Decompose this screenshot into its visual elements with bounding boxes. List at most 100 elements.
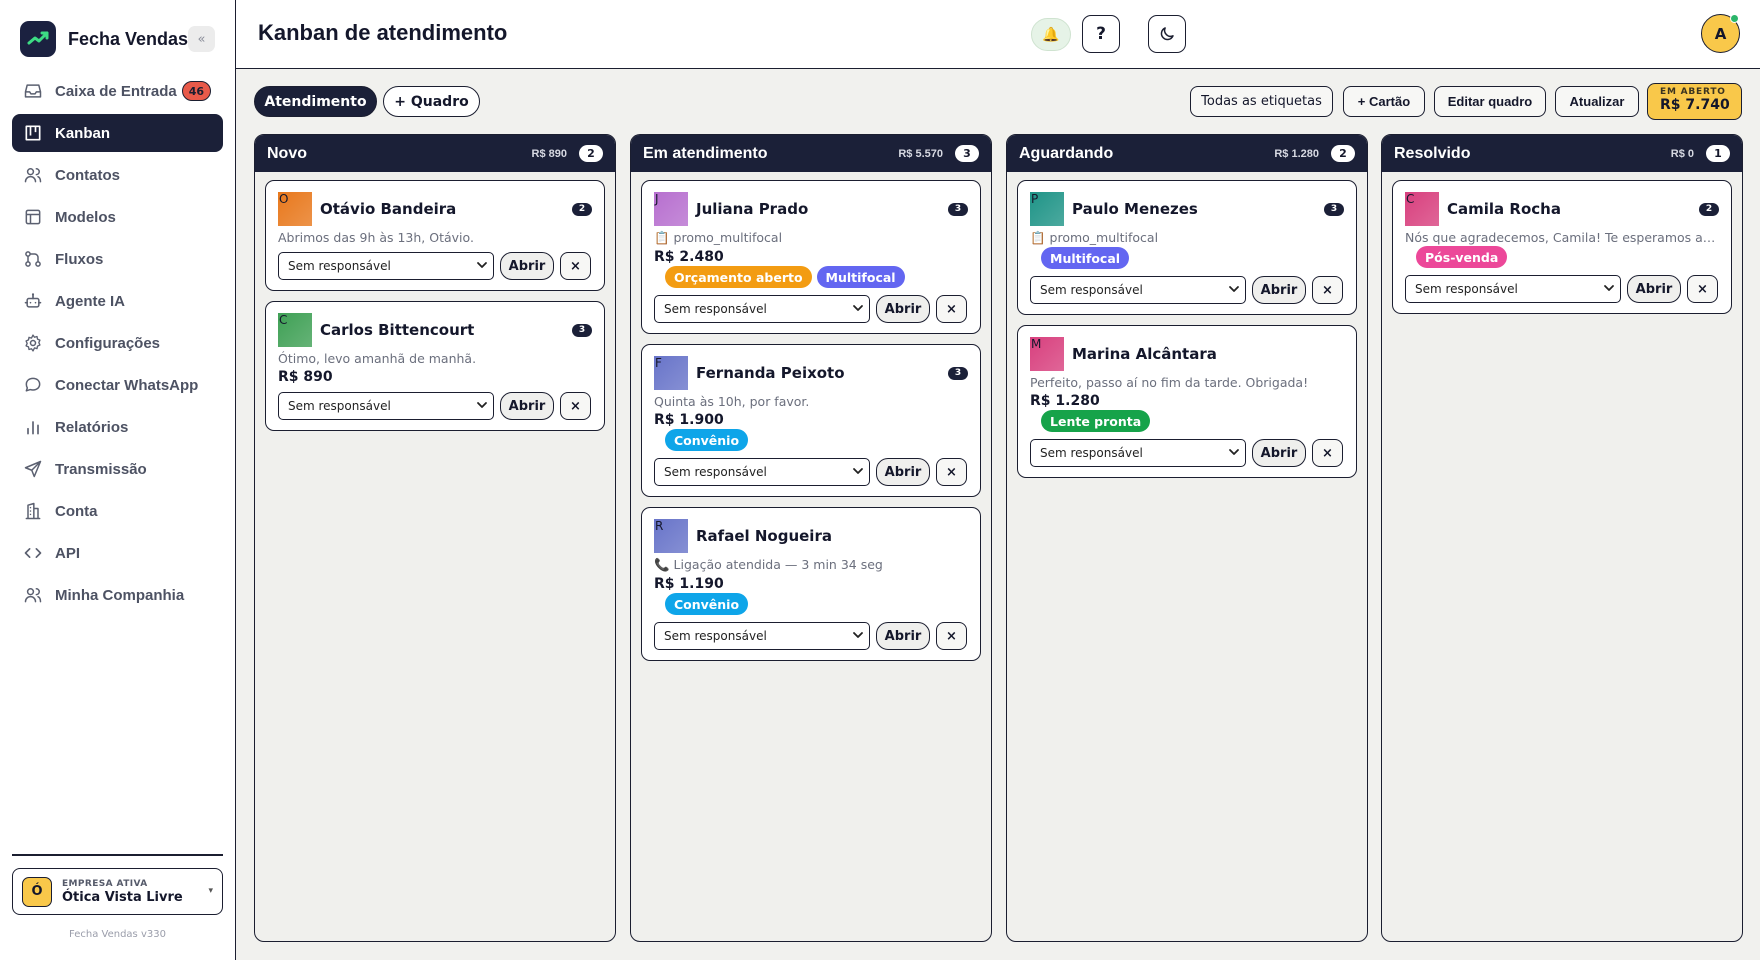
close-card-button[interactable]: × <box>560 392 591 420</box>
sidebar-item-configuracoes[interactable]: Configurações <box>12 324 223 362</box>
card-header: F Fernanda Peixoto 3 <box>654 356 968 390</box>
card-header: M Marina Alcântara <box>1030 337 1344 371</box>
templates-icon <box>23 207 43 227</box>
notifications-button[interactable]: 🔔 <box>1031 18 1071 51</box>
contact-card[interactable]: M Marina Alcântara Perfeito, passo aí no f… <box>1017 325 1357 478</box>
assignee-select[interactable]: Sem responsável <box>654 622 870 650</box>
sidebar-item-label: Kanban <box>55 124 111 142</box>
sidebar-item-agente-ia[interactable]: Agente IA <box>12 282 223 320</box>
assignee-select[interactable]: Sem responsável <box>654 458 870 486</box>
sidebar-item-fluxos[interactable]: Fluxos <box>12 240 223 278</box>
sidebar-item-label: Contatos <box>55 166 120 184</box>
collapse-sidebar-button[interactable]: « <box>188 26 215 52</box>
assignee-value: Sem responsável <box>664 302 767 316</box>
sidebar-item-kanban[interactable]: Kanban <box>12 114 223 152</box>
theme-toggle-button[interactable] <box>1148 15 1186 53</box>
open-total-badge: EM ABERTO R$ 7.740 <box>1647 83 1742 120</box>
close-card-button[interactable]: × <box>1687 275 1718 303</box>
company-switcher[interactable]: Ó EMPRESA ATIVA Ótica Vista Livre ▾ <box>12 868 223 915</box>
contact-card[interactable]: R Rafael Nogueira 📞 Ligação atendida — 3 m… <box>641 507 981 661</box>
open-card-button[interactable]: Abrir <box>500 392 554 420</box>
tag-chip: Multifocal <box>1041 247 1130 269</box>
card-header: R Rafael Nogueira <box>654 519 968 553</box>
contact-name: Fernanda Peixoto <box>696 364 845 382</box>
open-card-button[interactable]: Abrir <box>1252 439 1306 467</box>
kanban-icon <box>23 123 43 143</box>
open-card-button[interactable]: Abrir <box>1627 275 1681 303</box>
page-title: Kanban de atendimento <box>258 20 508 45</box>
close-card-button[interactable]: × <box>936 458 967 486</box>
contact-card[interactable]: F Fernanda Peixoto 3 Quinta às 10h, por fav… <box>641 344 981 497</box>
open-card-button[interactable]: Abrir <box>500 252 554 280</box>
sidebar-item-conectar-whatsapp[interactable]: Conectar WhatsApp <box>12 366 223 404</box>
contact-card[interactable]: P Paulo Menezes 3 📋 promo_multifocal Multifo… <box>1017 180 1357 315</box>
assignee-select[interactable]: Sem responsável <box>278 392 494 420</box>
close-card-button[interactable]: × <box>1312 276 1343 304</box>
sidebar-item-api[interactable]: API <box>12 534 223 572</box>
tag-list: Convênio <box>654 429 968 451</box>
kanban-column: Novo R$ 890 2 O Otávio Bandeira 2 Abrimos das … <box>254 134 616 942</box>
close-card-button[interactable]: × <box>560 252 591 280</box>
new-board-button[interactable]: + Quadro <box>383 86 480 117</box>
column-count-badge: 1 <box>1706 145 1730 162</box>
contact-name: Paulo Menezes <box>1072 200 1198 218</box>
column-title: Resolvido <box>1394 144 1471 162</box>
bar-chart-icon <box>23 417 43 437</box>
brand[interactable]: Fecha Vendas <box>20 21 216 57</box>
tag-list: Multifocal <box>1030 247 1344 269</box>
sidebar-item-conta[interactable]: Conta <box>12 492 223 530</box>
column-total: R$ 1.280 <box>1274 147 1319 160</box>
column-title: Aguardando <box>1019 144 1114 162</box>
contact-card[interactable]: C Carlos Bittencourt 3 Ótimo, levo amanhã d… <box>265 301 605 431</box>
tags-filter-button[interactable]: Todas as etiquetas <box>1190 86 1333 117</box>
deal-value: R$ 1.190 <box>654 576 724 592</box>
sidebar-item-relatorios[interactable]: Relatórios <box>12 408 223 446</box>
sidebar-item-modelos[interactable]: Modelos <box>12 198 223 236</box>
chevron-down-icon <box>1227 282 1241 296</box>
tag-list: Lente pronta <box>1030 410 1344 432</box>
sidebar-item-contatos[interactable]: Contatos <box>12 156 223 194</box>
card-header: C Camila Rocha 2 <box>1405 192 1719 226</box>
chevron-down-icon <box>1602 281 1616 295</box>
assignee-select[interactable]: Sem responsável <box>654 295 870 323</box>
tag-chip: Pós-venda <box>1416 246 1508 268</box>
unread-badge: 2 <box>1699 202 1719 216</box>
sidebar-item-label: Relatórios <box>55 418 129 436</box>
edit-board-button[interactable]: Editar quadro <box>1434 86 1546 117</box>
assignee-value: Sem responsável <box>1040 283 1143 297</box>
open-card-button[interactable]: Abrir <box>876 295 930 323</box>
column-total: R$ 890 <box>531 147 567 160</box>
tag-chip: Multifocal <box>816 266 905 288</box>
ai-agent-icon <box>23 291 43 311</box>
card-header: C Carlos Bittencourt 3 <box>278 313 592 347</box>
contact-avatar: C <box>1405 192 1439 226</box>
close-card-button[interactable]: × <box>936 622 967 650</box>
close-card-button[interactable]: × <box>1312 439 1343 467</box>
column-body: P Paulo Menezes 3 📋 promo_multifocal Multifo… <box>1007 172 1367 496</box>
sidebar-item-transmissao[interactable]: Transmissão <box>12 450 223 488</box>
column-count-badge: 2 <box>1331 145 1355 162</box>
contact-card[interactable]: O Otávio Bandeira 2 Abrimos das 9h às 13h, … <box>265 180 605 291</box>
assignee-select[interactable]: Sem responsável <box>1030 276 1246 304</box>
sidebar-item-caixa-de-entrada[interactable]: Caixa de Entrada 46 <box>12 72 223 110</box>
sidebar-item-minha-companhia[interactable]: Minha Companhia <box>12 576 223 614</box>
contact-card[interactable]: C Camila Rocha 2 Nós que agradecemos, Camil… <box>1392 180 1732 314</box>
assignee-select[interactable]: Sem responsável <box>1405 275 1621 303</box>
sidebar-nav: Caixa de Entrada 46 Kanban Contatos Modelos F… <box>12 72 223 618</box>
last-message-preview: 📞 Ligação atendida — 3 min 34 seg <box>654 557 883 572</box>
unread-badge: 2 <box>572 202 592 216</box>
open-card-button[interactable]: Abrir <box>876 622 930 650</box>
help-button[interactable]: ? <box>1082 15 1120 53</box>
close-card-button[interactable]: × <box>936 295 967 323</box>
refresh-button[interactable]: Atualizar <box>1555 86 1639 117</box>
open-card-button[interactable]: Abrir <box>1252 276 1306 304</box>
column-body: J Juliana Prado 3 📋 promo_multifocal R$ 2.48… <box>631 172 991 679</box>
assignee-select[interactable]: Sem responsável <box>278 252 494 280</box>
add-card-button[interactable]: + Cartão <box>1343 86 1425 117</box>
online-status-dot <box>1730 14 1739 23</box>
bell-icon: 🔔 <box>1042 26 1060 43</box>
tab-atendimento[interactable]: Atendimento <box>254 86 377 117</box>
assignee-select[interactable]: Sem responsável <box>1030 439 1246 467</box>
contact-card[interactable]: J Juliana Prado 3 📋 promo_multifocal R$ 2.48… <box>641 180 981 334</box>
open-card-button[interactable]: Abrir <box>876 458 930 486</box>
